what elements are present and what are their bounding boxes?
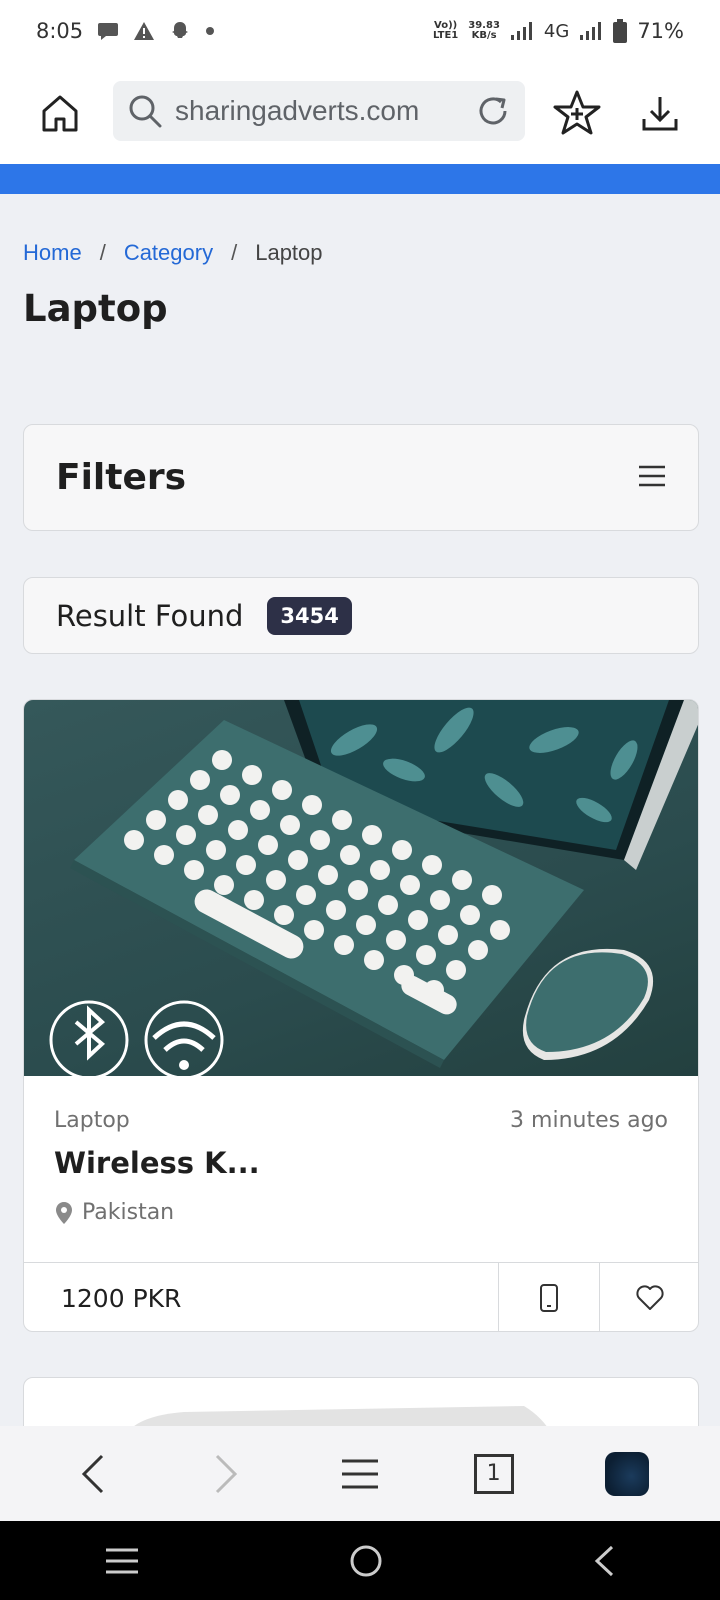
breadcrumb-home[interactable]: Home: [23, 240, 82, 266]
hamburger-icon: [639, 465, 665, 486]
listing-meta: Laptop 3 minutes ago: [54, 1108, 668, 1133]
listing-card[interactable]: Laptop 3 minutes ago Wireless K... Pakis…: [23, 699, 699, 1332]
breadcrumb-separator: /: [231, 240, 238, 265]
system-nav-bar: [0, 1521, 720, 1600]
chat-icon: [98, 23, 119, 40]
favorite-button[interactable]: [599, 1263, 698, 1331]
chevron-left-icon: [81, 1454, 103, 1493]
battery-icon: [613, 19, 628, 43]
status-bar: 8:05 Vo)) LTE1 39.83 KB/s 4G 71%: [0, 0, 720, 62]
signal-icon: [510, 22, 532, 40]
phone-icon: [540, 1284, 558, 1312]
battery-level: 71%: [637, 19, 684, 43]
network-speed: 39.83 KB/s: [468, 20, 500, 41]
listing-location: Pakistan: [54, 1200, 174, 1225]
dot-icon: [206, 27, 215, 35]
filters-toggle[interactable]: [638, 464, 666, 492]
recent-apps-icon[interactable]: [104, 1546, 140, 1576]
url-text[interactable]: sharingadverts.com: [175, 95, 475, 127]
bookmark-button[interactable]: [547, 83, 607, 143]
browser-bottom-nav: 1: [0, 1426, 720, 1521]
browser-toolbar: sharingadverts.com: [0, 62, 720, 164]
listing-time: 3 minutes ago: [510, 1108, 668, 1133]
home-circle-icon[interactable]: [349, 1544, 383, 1578]
snapchat-icon: [172, 22, 189, 38]
call-button[interactable]: [498, 1263, 599, 1331]
star-add-icon: [553, 90, 601, 135]
listing-image[interactable]: [24, 700, 698, 1076]
tab-count: 1: [473, 1453, 514, 1494]
filters-card[interactable]: Filters: [23, 424, 699, 531]
avatar: [605, 1451, 650, 1496]
result-count-card: Result Found 3454: [23, 577, 699, 654]
location-pin-icon: [56, 1201, 72, 1224]
listing-title[interactable]: Wireless K...: [54, 1146, 260, 1180]
volte-indicator: Vo)) LTE1: [432, 20, 459, 41]
breadcrumb-category[interactable]: Category: [124, 240, 213, 266]
heart-icon: [636, 1285, 664, 1310]
page-title: Laptop: [23, 287, 168, 330]
forward-button[interactable]: [190, 1438, 262, 1510]
filters-title: Filters: [56, 457, 187, 498]
signal-icon-2: [580, 22, 602, 40]
back-button[interactable]: [57, 1438, 129, 1510]
network-type: 4G: [543, 20, 570, 42]
download-button[interactable]: [630, 83, 690, 143]
result-label: Result Found: [56, 598, 244, 633]
listing-location-text: Pakistan: [82, 1200, 175, 1225]
hamburger-icon: [341, 1459, 378, 1488]
home-icon: [42, 95, 78, 132]
menu-button[interactable]: [324, 1438, 396, 1510]
reload-icon[interactable]: [475, 93, 511, 129]
listing-category: Laptop: [54, 1108, 130, 1133]
home-button[interactable]: [30, 83, 90, 143]
breadcrumb-current: Laptop: [255, 240, 323, 265]
url-bar[interactable]: sharingadverts.com: [113, 81, 525, 141]
listing-price: 1200 PKR: [61, 1283, 182, 1313]
warning-icon: [134, 22, 155, 40]
system-back-icon[interactable]: [592, 1544, 616, 1578]
result-count-badge: 3454: [267, 596, 352, 635]
tabs-button[interactable]: 1: [458, 1438, 530, 1510]
chevron-right-icon: [216, 1454, 238, 1493]
breadcrumb: Home / Category / Laptop: [23, 240, 323, 266]
profile-button[interactable]: [591, 1438, 663, 1510]
status-time: 8:05: [36, 19, 84, 43]
download-icon: [642, 97, 678, 131]
keyboard-mouse-illustration: [49, 700, 698, 1076]
listing-footer: 1200 PKR: [24, 1262, 698, 1331]
search-icon: [129, 95, 162, 128]
breadcrumb-separator: /: [99, 240, 106, 265]
page-header-bar: [0, 164, 720, 194]
